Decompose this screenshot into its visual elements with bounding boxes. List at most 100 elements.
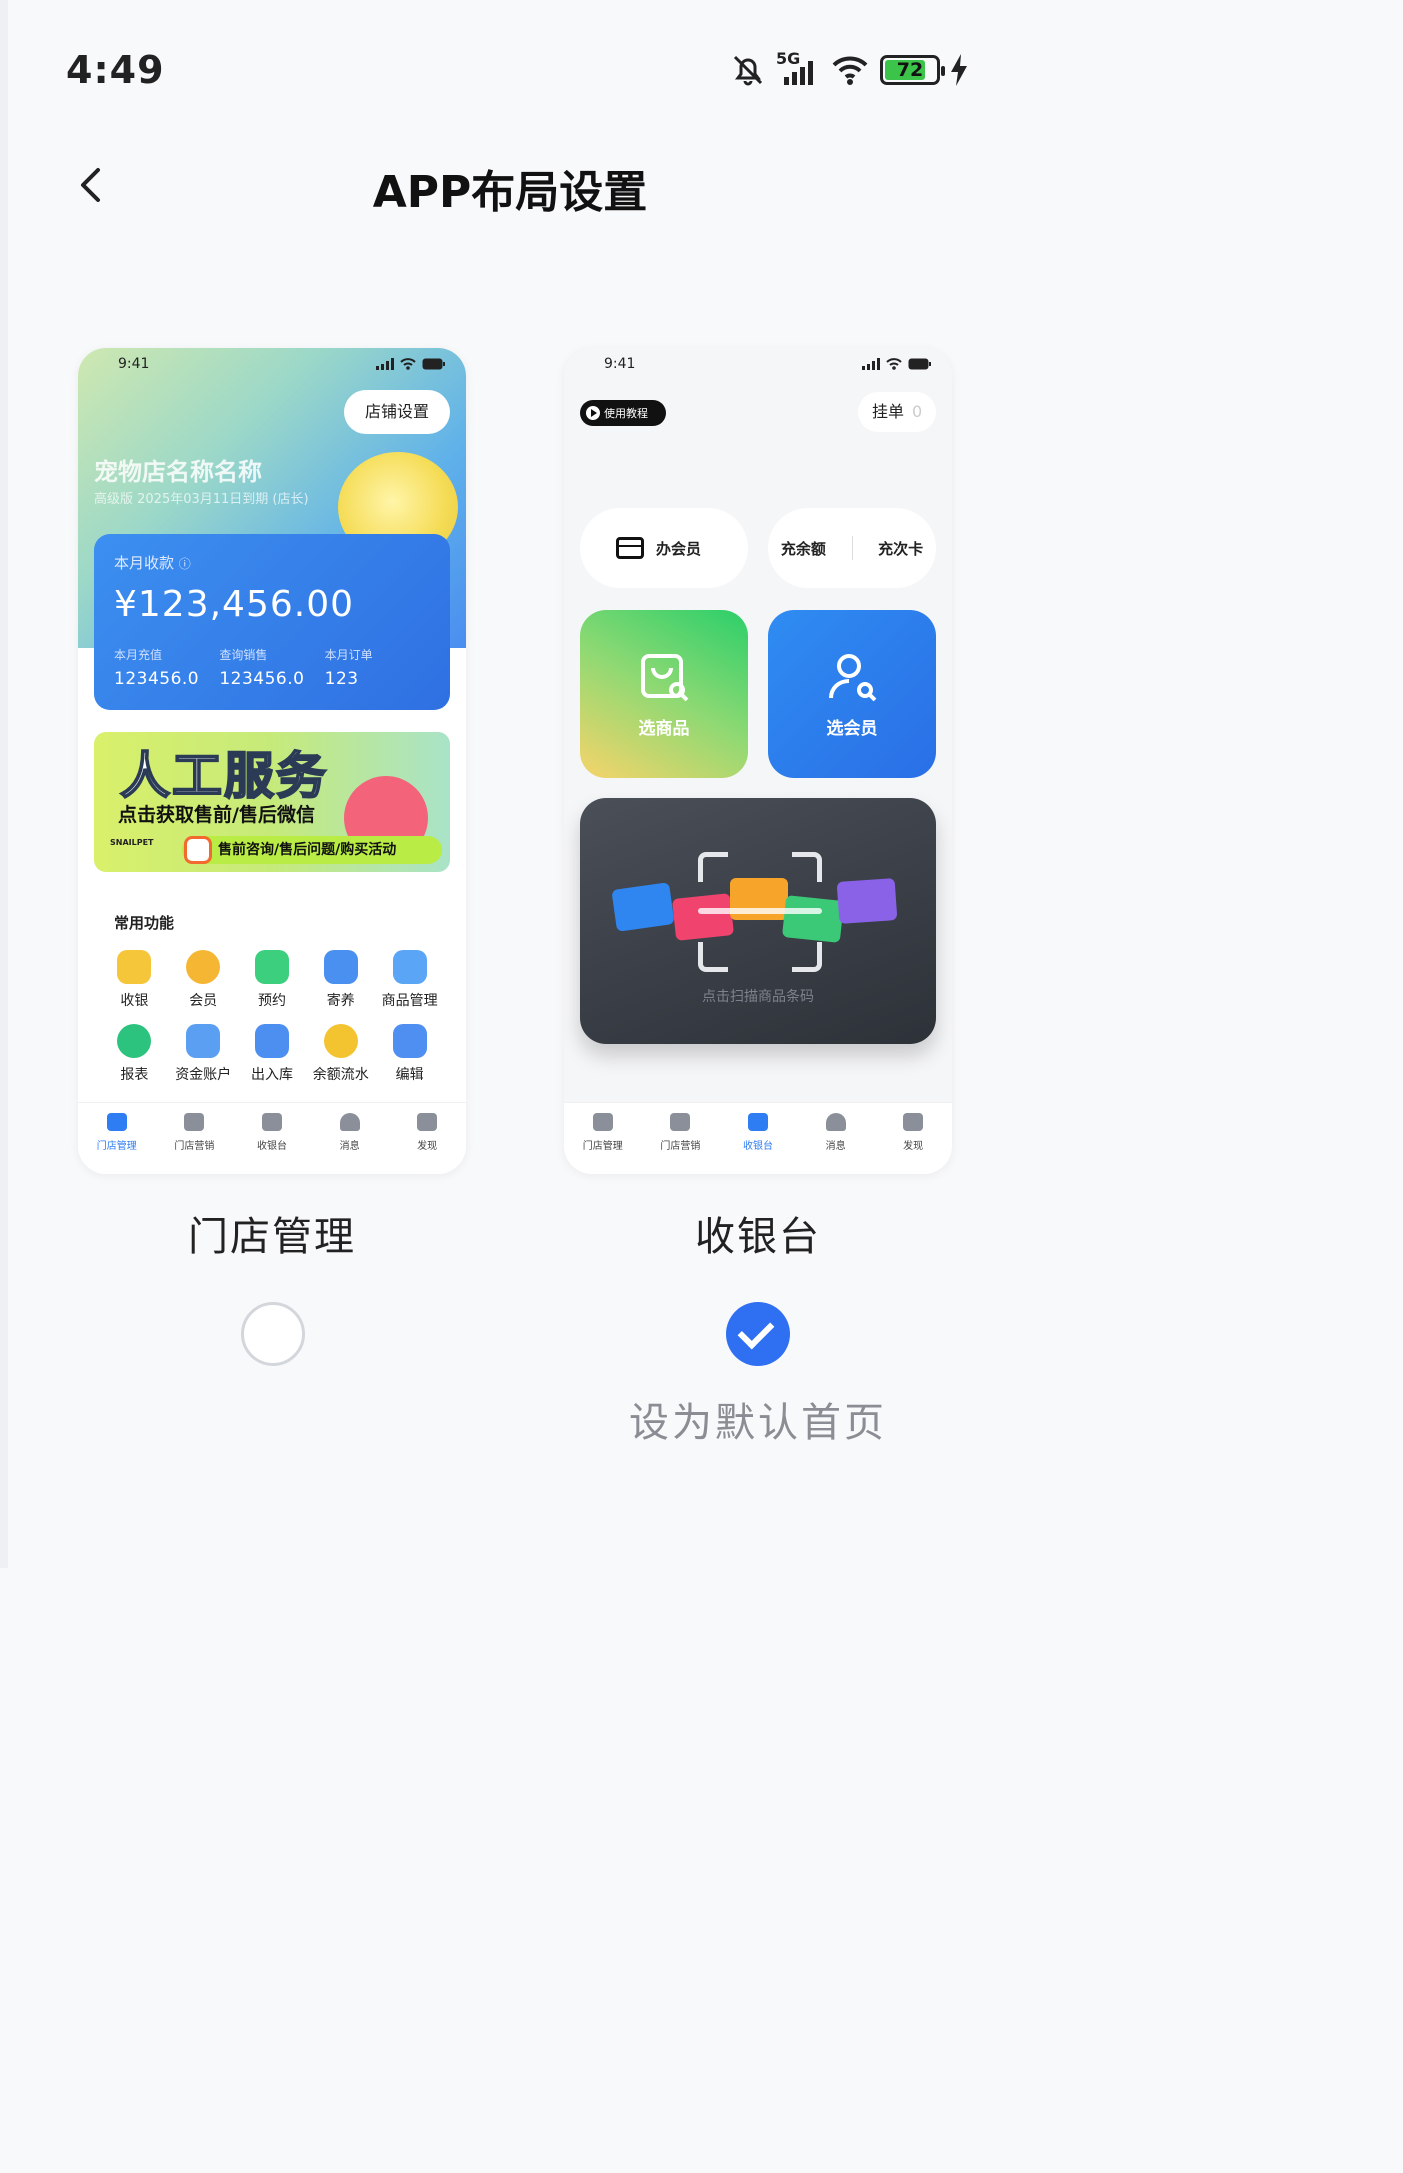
brand-logo-icon: [184, 836, 212, 864]
monitor-icon: [747, 1113, 768, 1131]
wifi-icon: [886, 358, 902, 370]
shop-name: 宠物店名称名称: [94, 458, 262, 486]
store-icon: [106, 1113, 127, 1131]
function-member[interactable]: 会员: [169, 950, 238, 1010]
marketing-icon: [670, 1113, 691, 1131]
cashier-caption: 收银台: [695, 1214, 821, 1260]
revenue-stats: 本月充值 123456.0 查询销售 123456.0 本月订单 123: [114, 646, 430, 689]
scan-frame-corner: [792, 852, 822, 882]
shop-subscription: 高级版 2025年03月11日到期 (店长): [94, 492, 309, 507]
tab-discover[interactable]: 发现: [874, 1103, 952, 1174]
discover-icon: [417, 1113, 438, 1131]
nav-header: APP布局设置: [8, 150, 1012, 220]
select-goods-tile[interactable]: 选商品: [580, 610, 748, 778]
recharge-card-button[interactable]: 充次卡: [878, 538, 923, 559]
function-edit[interactable]: 编辑: [375, 1024, 444, 1084]
function-appointment[interactable]: 预约: [238, 950, 307, 1010]
scan-frame-corner: [792, 942, 822, 972]
preview-status-bar: 9:41: [118, 356, 446, 376]
tab-store-marketing[interactable]: 门店营销: [642, 1103, 720, 1174]
banner-subline: 点击获取售前/售后微信: [118, 804, 315, 826]
play-icon: [586, 406, 600, 420]
function-report[interactable]: 报表: [100, 1024, 169, 1084]
preview-status-bar: 9:41: [604, 356, 932, 376]
member-icon: [186, 950, 221, 984]
tab-cashier[interactable]: 收银台: [233, 1103, 311, 1174]
revenue-label: 本月收款 ⓘ: [114, 554, 191, 572]
bell-icon: [825, 1113, 846, 1131]
monitor-icon: [261, 1113, 282, 1131]
status-time: 4:49: [66, 48, 165, 92]
functions-grid: 收银 会员 预约 寄养 商品管理 报表 资金账户 出入库 余额流水 编辑: [100, 950, 444, 1084]
tab-store-marketing[interactable]: 门店营销: [156, 1103, 234, 1174]
recharge-pill: 充余额 充次卡: [768, 508, 936, 588]
select-member-tile[interactable]: 选会员: [768, 610, 936, 778]
common-functions-panel: 常用功能 收银 会员 预约 寄养 商品管理 报表 资金账户 出入库 余额流水 编…: [94, 896, 450, 1106]
scan-barcode-panel[interactable]: 点击扫描商品条码: [580, 798, 936, 1044]
info-icon: ⓘ: [178, 557, 191, 571]
hang-order-button[interactable]: 挂单 0: [858, 392, 936, 432]
tutorial-label: 使用教程: [604, 407, 648, 420]
membership-label: 办会员: [656, 539, 702, 558]
tab-discover[interactable]: 发现: [388, 1103, 466, 1174]
wifi-icon: [832, 56, 868, 85]
function-balance-flow[interactable]: 余额流水: [306, 1024, 375, 1084]
select-goods-label: 选商品: [638, 718, 690, 739]
scan-frame-corner: [698, 942, 728, 972]
divider: [851, 536, 853, 560]
tab-messages[interactable]: 消息: [311, 1103, 389, 1174]
revenue-card[interactable]: 本月收款 ⓘ ¥123,456.00 本月充值 123456.0 查询销售 1234…: [94, 534, 450, 710]
cashier-icon: [117, 950, 152, 984]
store-management-caption: 门店管理: [188, 1214, 356, 1260]
coin-icon: [323, 1024, 358, 1058]
hang-order-count: 0: [912, 402, 923, 421]
grid-icon: [392, 1024, 427, 1058]
customer-service-banner[interactable]: 人工服务 点击获取售前/售后微信 SNAILPET 售前咨询/售后问题/购买活动: [94, 732, 450, 872]
battery-icon: [908, 358, 931, 370]
card-purple-image: [836, 878, 898, 924]
preview-status-icons: [376, 358, 446, 370]
card-green-image: [781, 895, 845, 943]
default-homepage-label: 设为默认首页: [629, 1400, 887, 1446]
network-type: 5G: [776, 49, 801, 68]
function-goods[interactable]: 商品管理: [375, 950, 444, 1010]
cashier-preview[interactable]: 9:41 使用教程 挂单 0 办会员 充余额 充次卡 选商品 选会员 点击扫描商…: [564, 348, 952, 1174]
preview-tab-bar: 门店管理 门店营销 收银台 消息 发现: [78, 1102, 466, 1174]
function-fund-account[interactable]: 资金账户: [169, 1024, 238, 1084]
banner-pill: 售前咨询/售后问题/购买活动: [182, 836, 442, 864]
tab-messages[interactable]: 消息: [797, 1103, 875, 1174]
stat-sales: 查询销售 123456.0: [219, 648, 305, 689]
tab-store-management[interactable]: 门店管理: [564, 1103, 642, 1174]
recharge-balance-button[interactable]: 充余额: [781, 538, 826, 559]
revenue-amount: ¥123,456.00: [114, 584, 355, 625]
marketing-icon: [184, 1113, 205, 1131]
card-pink-image: [671, 893, 735, 941]
mute-bell-icon: [733, 55, 763, 86]
store-management-radio[interactable]: [241, 1302, 305, 1366]
shop-settings-button[interactable]: 店铺设置: [344, 390, 450, 434]
store-management-preview[interactable]: 9:41 店铺设置 宠物店名称名称 高级版 2025年03月11日到期 (店长)…: [78, 348, 466, 1174]
functions-title: 常用功能: [114, 914, 175, 932]
select-member-label: 选会员: [826, 718, 878, 739]
battery-icon: 72: [880, 55, 945, 85]
scan-laser-line: [698, 908, 822, 914]
house-icon: [323, 950, 358, 984]
stat-recharge: 本月充值 123456.0: [114, 648, 200, 689]
battery-icon: [422, 358, 445, 370]
hang-order-label: 挂单: [872, 402, 905, 421]
banner-headline: 人工服务: [119, 746, 328, 806]
tab-cashier[interactable]: 收银台: [719, 1103, 797, 1174]
membership-button[interactable]: 办会员: [580, 508, 748, 588]
cashier-radio-checked[interactable]: [726, 1302, 790, 1366]
stat-orders: 本月订单 123: [324, 648, 373, 689]
tutorial-button[interactable]: 使用教程: [580, 400, 666, 426]
store-icon: [592, 1113, 613, 1131]
signal-icon: [862, 358, 880, 370]
tab-store-management[interactable]: 门店管理: [78, 1103, 156, 1174]
wifi-icon: [400, 358, 416, 370]
function-stock[interactable]: 出入库: [238, 1024, 307, 1084]
function-boarding[interactable]: 寄养: [306, 950, 375, 1010]
status-bar: 4:49 5G 72: [8, 0, 1012, 130]
function-cashier[interactable]: 收银: [100, 950, 169, 1010]
banner-brand: SNAILPET: [110, 838, 154, 847]
